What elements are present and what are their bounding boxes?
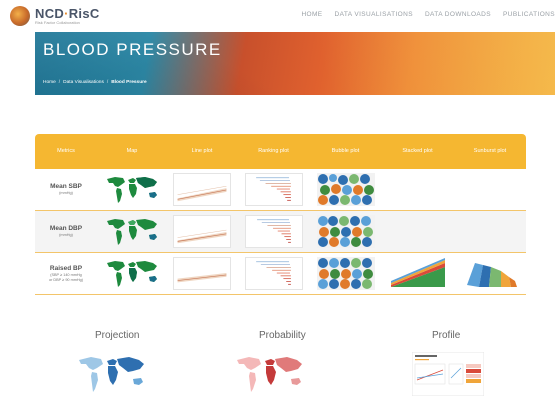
table-row: Mean SBP (mmHg) (35, 169, 526, 211)
line-plot-thumbnail[interactable] (173, 173, 231, 206)
breadcrumb-home-link[interactable]: Home (43, 80, 56, 85)
ncd-risc-logo[interactable]: NCD·RisC Risk Factor Collaboration (10, 6, 100, 26)
breadcrumb-section-link[interactable]: Data Visualisations (63, 80, 104, 85)
nav-publications-link[interactable]: PUBLICATIONS (503, 11, 555, 18)
ranking-plot-thumbnail[interactable] (244, 215, 303, 248)
table-header: Metrics Map Line plot Ranking plot Bubbl… (35, 134, 526, 169)
table-row: Mean DBP (mmHg) (35, 211, 526, 253)
profile-title[interactable]: Profile (432, 330, 460, 341)
visualisation-table: Metrics Map Line plot Ranking plot Bubbl… (35, 134, 526, 295)
metric-label: Mean SBP (mmHg) (50, 183, 82, 196)
sunburst-plot-thumbnail[interactable] (461, 257, 519, 290)
page-title: BLOOD PRESSURE (43, 40, 222, 59)
main-menu: HOME DATA VISUALISATIONS DATA DOWNLOADS … (301, 11, 555, 18)
bubble-plot-thumbnail[interactable] (316, 257, 375, 290)
line-plot-thumbnail[interactable] (173, 215, 231, 248)
probability-map-thumbnail[interactable] (233, 352, 305, 396)
nav-home-link[interactable]: HOME (301, 11, 322, 18)
line-plot-thumbnail[interactable] (173, 257, 231, 290)
top-navigation: NCD·RisC Risk Factor Collaboration HOME … (0, 0, 555, 32)
probability-title[interactable]: Probability (259, 330, 306, 341)
nav-data-downloads-link[interactable]: DATA DOWNLOADS (425, 11, 491, 18)
header-bubble-plot: Bubble plot (331, 148, 360, 154)
logo-wordmark: NCD·RisC (35, 6, 100, 21)
stacked-plot-thumbnail[interactable] (389, 257, 447, 290)
metric-label: Raised BP (SBP ≥ 140 mmHg or DBP ≥ 90 mm… (48, 264, 84, 282)
header-sunburst-plot: Sunburst plot (473, 148, 507, 154)
world-map-thumbnail[interactable] (103, 257, 161, 290)
profile-report-thumbnail[interactable] (412, 352, 484, 396)
nav-data-visualisations-link[interactable]: DATA VISUALISATIONS (335, 11, 413, 18)
header-line-plot: Line plot (191, 148, 213, 154)
metric-label: Mean DBP (mmHg) (49, 225, 83, 238)
projection-map-thumbnail[interactable] (75, 352, 147, 396)
bubble-plot-thumbnail[interactable] (316, 173, 375, 206)
header-ranking-plot: Ranking plot (258, 148, 289, 154)
breadcrumb-separator: / (106, 80, 109, 85)
hero-banner: BLOOD PRESSURE Home / Data Visualisation… (35, 32, 555, 95)
header-stacked-plot: Stacked plot (402, 148, 433, 154)
world-map-thumbnail[interactable] (103, 215, 161, 248)
projection-title[interactable]: Projection (95, 330, 139, 341)
logo-globe-icon (10, 6, 30, 26)
breadcrumb-current: Blood Pressure (111, 80, 147, 85)
table-row: Raised BP (SBP ≥ 140 mmHg or DBP ≥ 90 mm… (35, 253, 526, 295)
header-metrics: Metrics (57, 148, 75, 154)
ranking-plot-thumbnail[interactable] (244, 257, 303, 290)
bubble-plot-thumbnail[interactable] (316, 215, 375, 248)
breadcrumb: Home / Data Visualisations / Blood Press… (43, 80, 147, 85)
ranking-plot-thumbnail[interactable] (244, 173, 303, 206)
breadcrumb-separator: / (58, 80, 61, 85)
header-map: Map (126, 148, 138, 154)
world-map-thumbnail[interactable] (103, 173, 161, 206)
